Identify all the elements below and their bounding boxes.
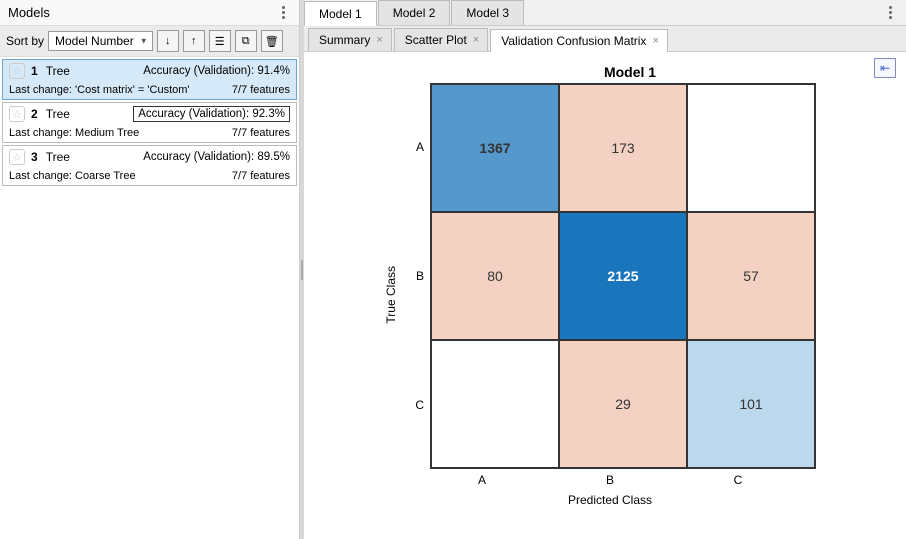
close-icon[interactable]: × bbox=[376, 34, 382, 46]
models-menu-icon[interactable] bbox=[275, 5, 291, 21]
model-last-change: Last change: Coarse Tree bbox=[9, 170, 136, 182]
sort-desc-button[interactable]: ↑ bbox=[183, 30, 205, 52]
favorite-star-icon[interactable]: ☆ bbox=[9, 106, 25, 122]
model-list: ☆ 1 Tree Accuracy (Validation): 91.4% Last c… bbox=[0, 57, 299, 539]
x-tick-label: C bbox=[674, 473, 802, 487]
model-number: 1 bbox=[31, 64, 38, 78]
view-tab-label: Summary bbox=[319, 33, 370, 47]
model-tab[interactable]: Model 3 bbox=[451, 0, 524, 25]
matrix-cell: 1367 bbox=[431, 84, 559, 212]
x-axis-label: Predicted Class bbox=[568, 493, 652, 507]
sort-label: Sort by bbox=[6, 34, 44, 48]
sort-dropdown[interactable]: Model Number bbox=[48, 31, 153, 51]
model-last-change: Last change: Medium Tree bbox=[9, 127, 139, 139]
model-last-change: Last change: 'Cost matrix' = 'Custom' bbox=[9, 84, 190, 96]
model-card[interactable]: ☆ 3 Tree Accuracy (Validation): 89.5% Last c… bbox=[2, 145, 297, 186]
right-pane: Model 1Model 2Model 3 Summary×Scatter Pl… bbox=[304, 0, 906, 539]
x-tick-label: A bbox=[418, 473, 546, 487]
model-tab[interactable]: Model 1 bbox=[304, 1, 377, 26]
layout-button[interactable]: ☰ bbox=[209, 30, 231, 52]
confusion-matrix-inner: ABC 13671738021255729101 ABC Predicted C… bbox=[404, 83, 816, 507]
x-ticks: ABC bbox=[418, 473, 802, 487]
close-icon[interactable]: × bbox=[652, 35, 658, 47]
model-number: 2 bbox=[31, 107, 38, 121]
matrix-block: ABC 13671738021255729101 bbox=[404, 83, 816, 469]
y-tick-label: C bbox=[404, 341, 424, 469]
model-features: 7/7 features bbox=[232, 170, 290, 182]
view-tabs: Summary×Scatter Plot×Validation Confusio… bbox=[304, 26, 906, 52]
arrow-down-icon: ↓ bbox=[165, 35, 171, 47]
reset-view-button[interactable]: ⇤ bbox=[874, 58, 896, 78]
delete-button[interactable]: 🗑 bbox=[261, 30, 283, 52]
x-tick-label: B bbox=[546, 473, 674, 487]
copy-icon: ⧉ bbox=[242, 35, 250, 48]
favorite-star-icon[interactable]: ☆ bbox=[9, 63, 25, 79]
sort-asc-button[interactable]: ↓ bbox=[157, 30, 179, 52]
trash-icon: 🗑 bbox=[265, 35, 279, 48]
model-features: 7/7 features bbox=[232, 127, 290, 139]
y-tick-label: A bbox=[404, 83, 424, 211]
view-tab-label: Validation Confusion Matrix bbox=[501, 34, 646, 48]
model-tab[interactable]: Model 2 bbox=[378, 0, 451, 25]
y-tick-label: B bbox=[404, 212, 424, 340]
model-type: Tree bbox=[46, 64, 70, 78]
arrow-up-icon: ↑ bbox=[191, 35, 197, 47]
models-pane: Models Sort by Model Number ↓ ↑ ☰ ⧉ 🗑 ☆ 1… bbox=[0, 0, 300, 539]
view-tab[interactable]: Summary × bbox=[308, 28, 392, 51]
models-header: Models bbox=[0, 0, 299, 26]
reset-icon: ⇤ bbox=[880, 61, 890, 75]
matrix-cell: 173 bbox=[559, 84, 687, 212]
list-icon: ☰ bbox=[215, 35, 225, 48]
y-ticks: ABC bbox=[404, 83, 424, 469]
favorite-star-icon[interactable]: ☆ bbox=[9, 149, 25, 165]
sort-toolbar: Sort by Model Number ↓ ↑ ☰ ⧉ 🗑 bbox=[0, 26, 299, 57]
y-axis-label: True Class bbox=[384, 266, 398, 324]
matrix-cell bbox=[687, 84, 815, 212]
model-accuracy: Accuracy (Validation): 89.5% bbox=[143, 151, 290, 163]
confusion-matrix-outer: True Class ABC 13671738021255729101 ABC … bbox=[314, 80, 886, 510]
confusion-matrix-grid: 13671738021255729101 bbox=[430, 83, 816, 469]
model-accuracy: Accuracy (Validation): 92.3% bbox=[133, 106, 290, 122]
matrix-cell: 80 bbox=[431, 212, 559, 340]
models-title: Models bbox=[8, 5, 50, 20]
chart-area: ⇤ Model 1 True Class ABC 136717380212557… bbox=[304, 52, 906, 539]
matrix-cell bbox=[431, 340, 559, 468]
chart-title: Model 1 bbox=[374, 64, 886, 80]
view-tab-label: Scatter Plot bbox=[405, 33, 467, 47]
model-card[interactable]: ☆ 1 Tree Accuracy (Validation): 91.4% Last c… bbox=[2, 59, 297, 100]
model-features: 7/7 features bbox=[232, 84, 290, 96]
view-tab[interactable]: Scatter Plot × bbox=[394, 28, 488, 51]
model-type: Tree bbox=[46, 150, 70, 164]
copy-button[interactable]: ⧉ bbox=[235, 30, 257, 52]
matrix-cell: 57 bbox=[687, 212, 815, 340]
model-type: Tree bbox=[46, 107, 70, 121]
matrix-cell: 29 bbox=[559, 340, 687, 468]
matrix-cell: 101 bbox=[687, 340, 815, 468]
right-menu-icon[interactable] bbox=[882, 5, 898, 21]
matrix-cell: 2125 bbox=[559, 212, 687, 340]
model-accuracy: Accuracy (Validation): 91.4% bbox=[143, 65, 290, 77]
close-icon[interactable]: × bbox=[473, 34, 479, 46]
model-card[interactable]: ☆ 2 Tree Accuracy (Validation): 92.3% Last c… bbox=[2, 102, 297, 143]
view-tab[interactable]: Validation Confusion Matrix × bbox=[490, 29, 668, 52]
model-number: 3 bbox=[31, 150, 38, 164]
model-tabs: Model 1Model 2Model 3 bbox=[304, 0, 906, 26]
